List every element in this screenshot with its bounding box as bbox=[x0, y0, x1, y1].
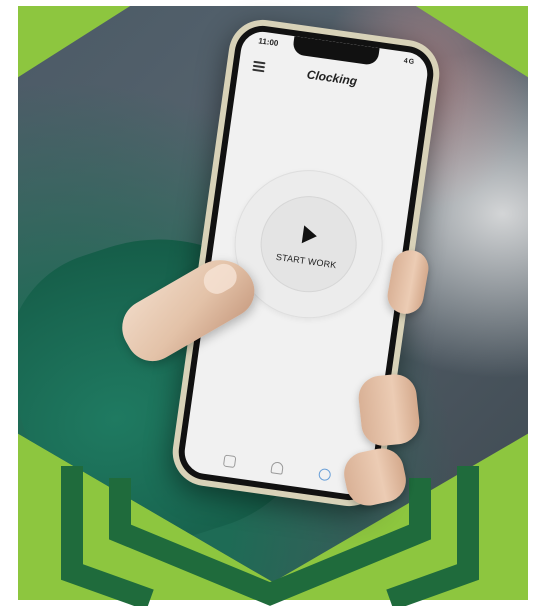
thumbnail-nail bbox=[199, 259, 242, 299]
start-work-button[interactable]: START WORK bbox=[254, 189, 363, 299]
profile-icon[interactable] bbox=[317, 467, 332, 482]
status-signal-icons: 4G bbox=[403, 57, 416, 67]
play-icon bbox=[301, 225, 319, 246]
bottom-navigation bbox=[183, 445, 372, 491]
document-icon[interactable] bbox=[270, 461, 284, 475]
status-time: 11:00 bbox=[257, 36, 279, 48]
brochure-graphic: 11:00 4G Clocking START WORK bbox=[0, 0, 540, 606]
start-work-label: START WORK bbox=[275, 251, 338, 271]
finger-middle bbox=[356, 372, 422, 448]
app-title: Clocking bbox=[305, 67, 359, 89]
calendar-icon[interactable] bbox=[222, 454, 237, 469]
